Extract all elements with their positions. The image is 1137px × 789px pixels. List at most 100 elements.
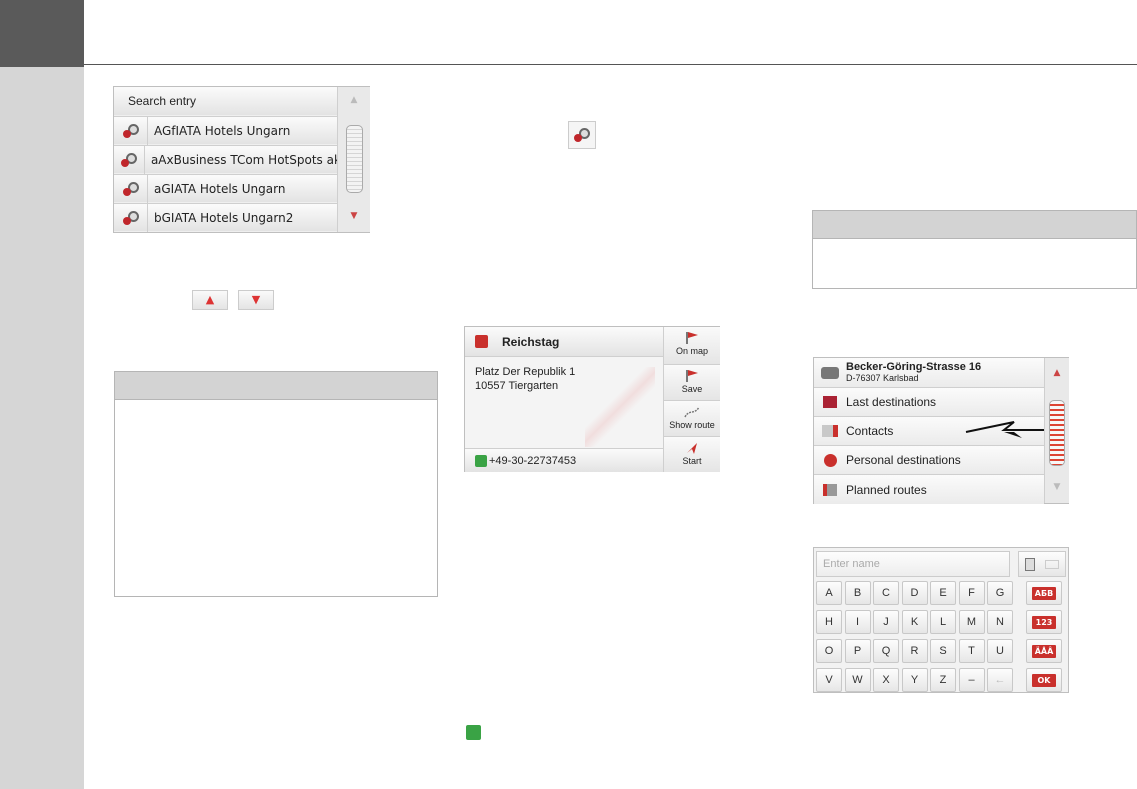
note-box-header — [813, 211, 1136, 239]
ok-button-label: OK — [1032, 674, 1056, 687]
name-input-placeholder: Enter name — [823, 558, 880, 570]
menu-scrollbar[interactable]: ▲ ▼ — [1044, 358, 1069, 503]
personal-destinations-icon — [814, 453, 846, 467]
arrow-down-icon[interactable]: ▼ — [238, 290, 274, 310]
numeric-key[interactable]: 123 — [1026, 610, 1062, 634]
search-entry-header[interactable]: Search entry — [114, 87, 337, 115]
key-m[interactable]: M — [958, 610, 985, 634]
key-x[interactable]: X — [873, 668, 899, 692]
start-button[interactable]: Start — [663, 436, 720, 472]
menu-item-label: Planned routes — [846, 482, 927, 497]
key-w[interactable]: W — [844, 668, 871, 692]
ok-button[interactable]: OK — [1026, 668, 1062, 692]
list-scrollbar[interactable]: ▲ ▼ — [337, 87, 370, 232]
current-position-item[interactable]: Becker-Göring-Strasse 16 D-76307 Karlsba… — [814, 358, 1044, 387]
numeric-key-label: 123 — [1032, 616, 1056, 629]
key-i[interactable]: I — [844, 610, 871, 634]
current-street: Becker-Göring-Strasse 16 — [846, 360, 982, 373]
name-input-field[interactable]: Enter name — [816, 551, 1010, 577]
poi-pin-icon — [114, 203, 148, 232]
car-icon — [814, 366, 846, 379]
scroll-up-icon[interactable]: ▲ — [1045, 368, 1069, 378]
on-map-label: On map — [675, 346, 708, 356]
pointer-arrow-icon — [965, 421, 1053, 440]
list-item[interactable]: aAxBusiness TCom HotSpots aktiv — [114, 145, 337, 174]
start-navigation-icon — [687, 443, 697, 454]
current-position-text: Becker-Göring-Strasse 16 D-76307 Karlsba… — [846, 360, 982, 384]
scroll-up-icon[interactable]: ▲ — [338, 95, 370, 105]
clipboard-icon — [1025, 558, 1035, 571]
list-item-label: aAxBusiness TCom HotSpots aktiv — [150, 152, 337, 167]
key-a[interactable]: A — [816, 581, 842, 605]
key-z[interactable]: Z — [930, 668, 956, 692]
list-item[interactable]: bGIATA Hotels Ungarn2 — [114, 203, 337, 232]
list-item-label: aGIATA Hotels Ungarn — [154, 181, 286, 196]
key-y[interactable]: Y — [901, 668, 928, 692]
key-d[interactable]: D — [901, 581, 928, 605]
scroll-down-icon[interactable]: ▼ — [338, 211, 370, 221]
key-q[interactable]: Q — [873, 639, 899, 663]
menu-item-label: Last destinations — [846, 395, 937, 409]
key-s[interactable]: S — [930, 639, 956, 663]
scroll-thumb[interactable] — [346, 125, 363, 193]
key-c[interactable]: C — [873, 581, 899, 605]
save-label: Save — [681, 384, 703, 394]
route-icon — [684, 406, 700, 418]
last-destinations-icon — [814, 396, 846, 408]
key-g[interactable]: G — [987, 581, 1013, 605]
key-p[interactable]: P — [844, 639, 871, 663]
poi-address-line2: 10557 Tiergarten — [475, 380, 559, 392]
key-h[interactable]: H — [816, 610, 842, 634]
menu-item-last-destinations[interactable]: Last destinations — [814, 387, 1044, 416]
show-route-button[interactable]: Show route — [663, 400, 720, 436]
menu-item-label: Contacts — [846, 424, 894, 438]
special-chars-key-label: ÄÅÂ — [1032, 645, 1056, 658]
poi-phone-bar[interactable]: +49-30-22737453 — [465, 448, 663, 472]
page-sidebar-strip — [0, 67, 84, 789]
save-flag-icon — [686, 370, 698, 382]
start-label: Start — [682, 456, 702, 466]
poi-detail-screen: Reichstag Platz Der Republik 1 10557 Tie… — [464, 326, 720, 472]
menu-item-planned-routes[interactable]: Planned routes — [814, 474, 1044, 504]
poi-name: Reichstag — [502, 334, 560, 349]
scroll-down-icon[interactable]: ▼ — [1045, 482, 1069, 492]
arrow-up-icon[interactable]: ▲ — [192, 290, 228, 310]
menu-item-personal-destinations[interactable]: Personal destinations — [814, 445, 1044, 474]
key-r[interactable]: R — [901, 639, 928, 663]
on-map-button[interactable]: On map — [663, 327, 720, 364]
key-j[interactable]: J — [873, 610, 899, 634]
key-t[interactable]: T — [958, 639, 985, 663]
key-k[interactable]: K — [901, 610, 928, 634]
cyrillic-key-label: АБВ — [1032, 587, 1056, 600]
poi-title-bar: Reichstag — [465, 327, 663, 357]
key-o[interactable]: O — [816, 639, 842, 663]
list-item[interactable]: aGIATA Hotels Ungarn — [114, 174, 337, 203]
poi-category-icon — [475, 335, 488, 348]
clipboard-button[interactable] — [1018, 551, 1066, 577]
cyrillic-key[interactable]: АБВ — [1026, 581, 1062, 605]
poi-pin-icon — [114, 145, 145, 174]
poi-pin-icon — [568, 121, 596, 149]
key-b[interactable]: B — [844, 581, 871, 605]
key-e[interactable]: E — [930, 581, 956, 605]
key-l[interactable]: L — [930, 610, 956, 634]
poi-pin-icon — [114, 116, 148, 145]
phone-icon — [475, 454, 487, 467]
key-u[interactable]: U — [987, 639, 1013, 663]
destination-menu-screen: Becker-Göring-Strasse 16 D-76307 Karlsba… — [813, 357, 1069, 504]
list-item-label: AGfIATA Hotels Ungarn — [154, 123, 291, 138]
page-corner-block — [0, 0, 84, 67]
scroll-thumb[interactable] — [1049, 400, 1065, 466]
key-backspace[interactable]: ← — [987, 668, 1013, 692]
key-n[interactable]: N — [987, 610, 1013, 634]
key-dash[interactable]: – — [958, 668, 985, 692]
list-item[interactable]: AGfIATA Hotels Ungarn — [114, 116, 337, 145]
planned-routes-icon — [814, 483, 846, 496]
poi-pin-icon — [114, 174, 148, 203]
key-f[interactable]: F — [958, 581, 985, 605]
key-v[interactable]: V — [816, 668, 842, 692]
flag-map-icon — [686, 332, 698, 344]
phone-icon — [466, 725, 481, 740]
special-chars-key[interactable]: ÄÅÂ — [1026, 639, 1062, 663]
save-button[interactable]: Save — [663, 364, 720, 400]
